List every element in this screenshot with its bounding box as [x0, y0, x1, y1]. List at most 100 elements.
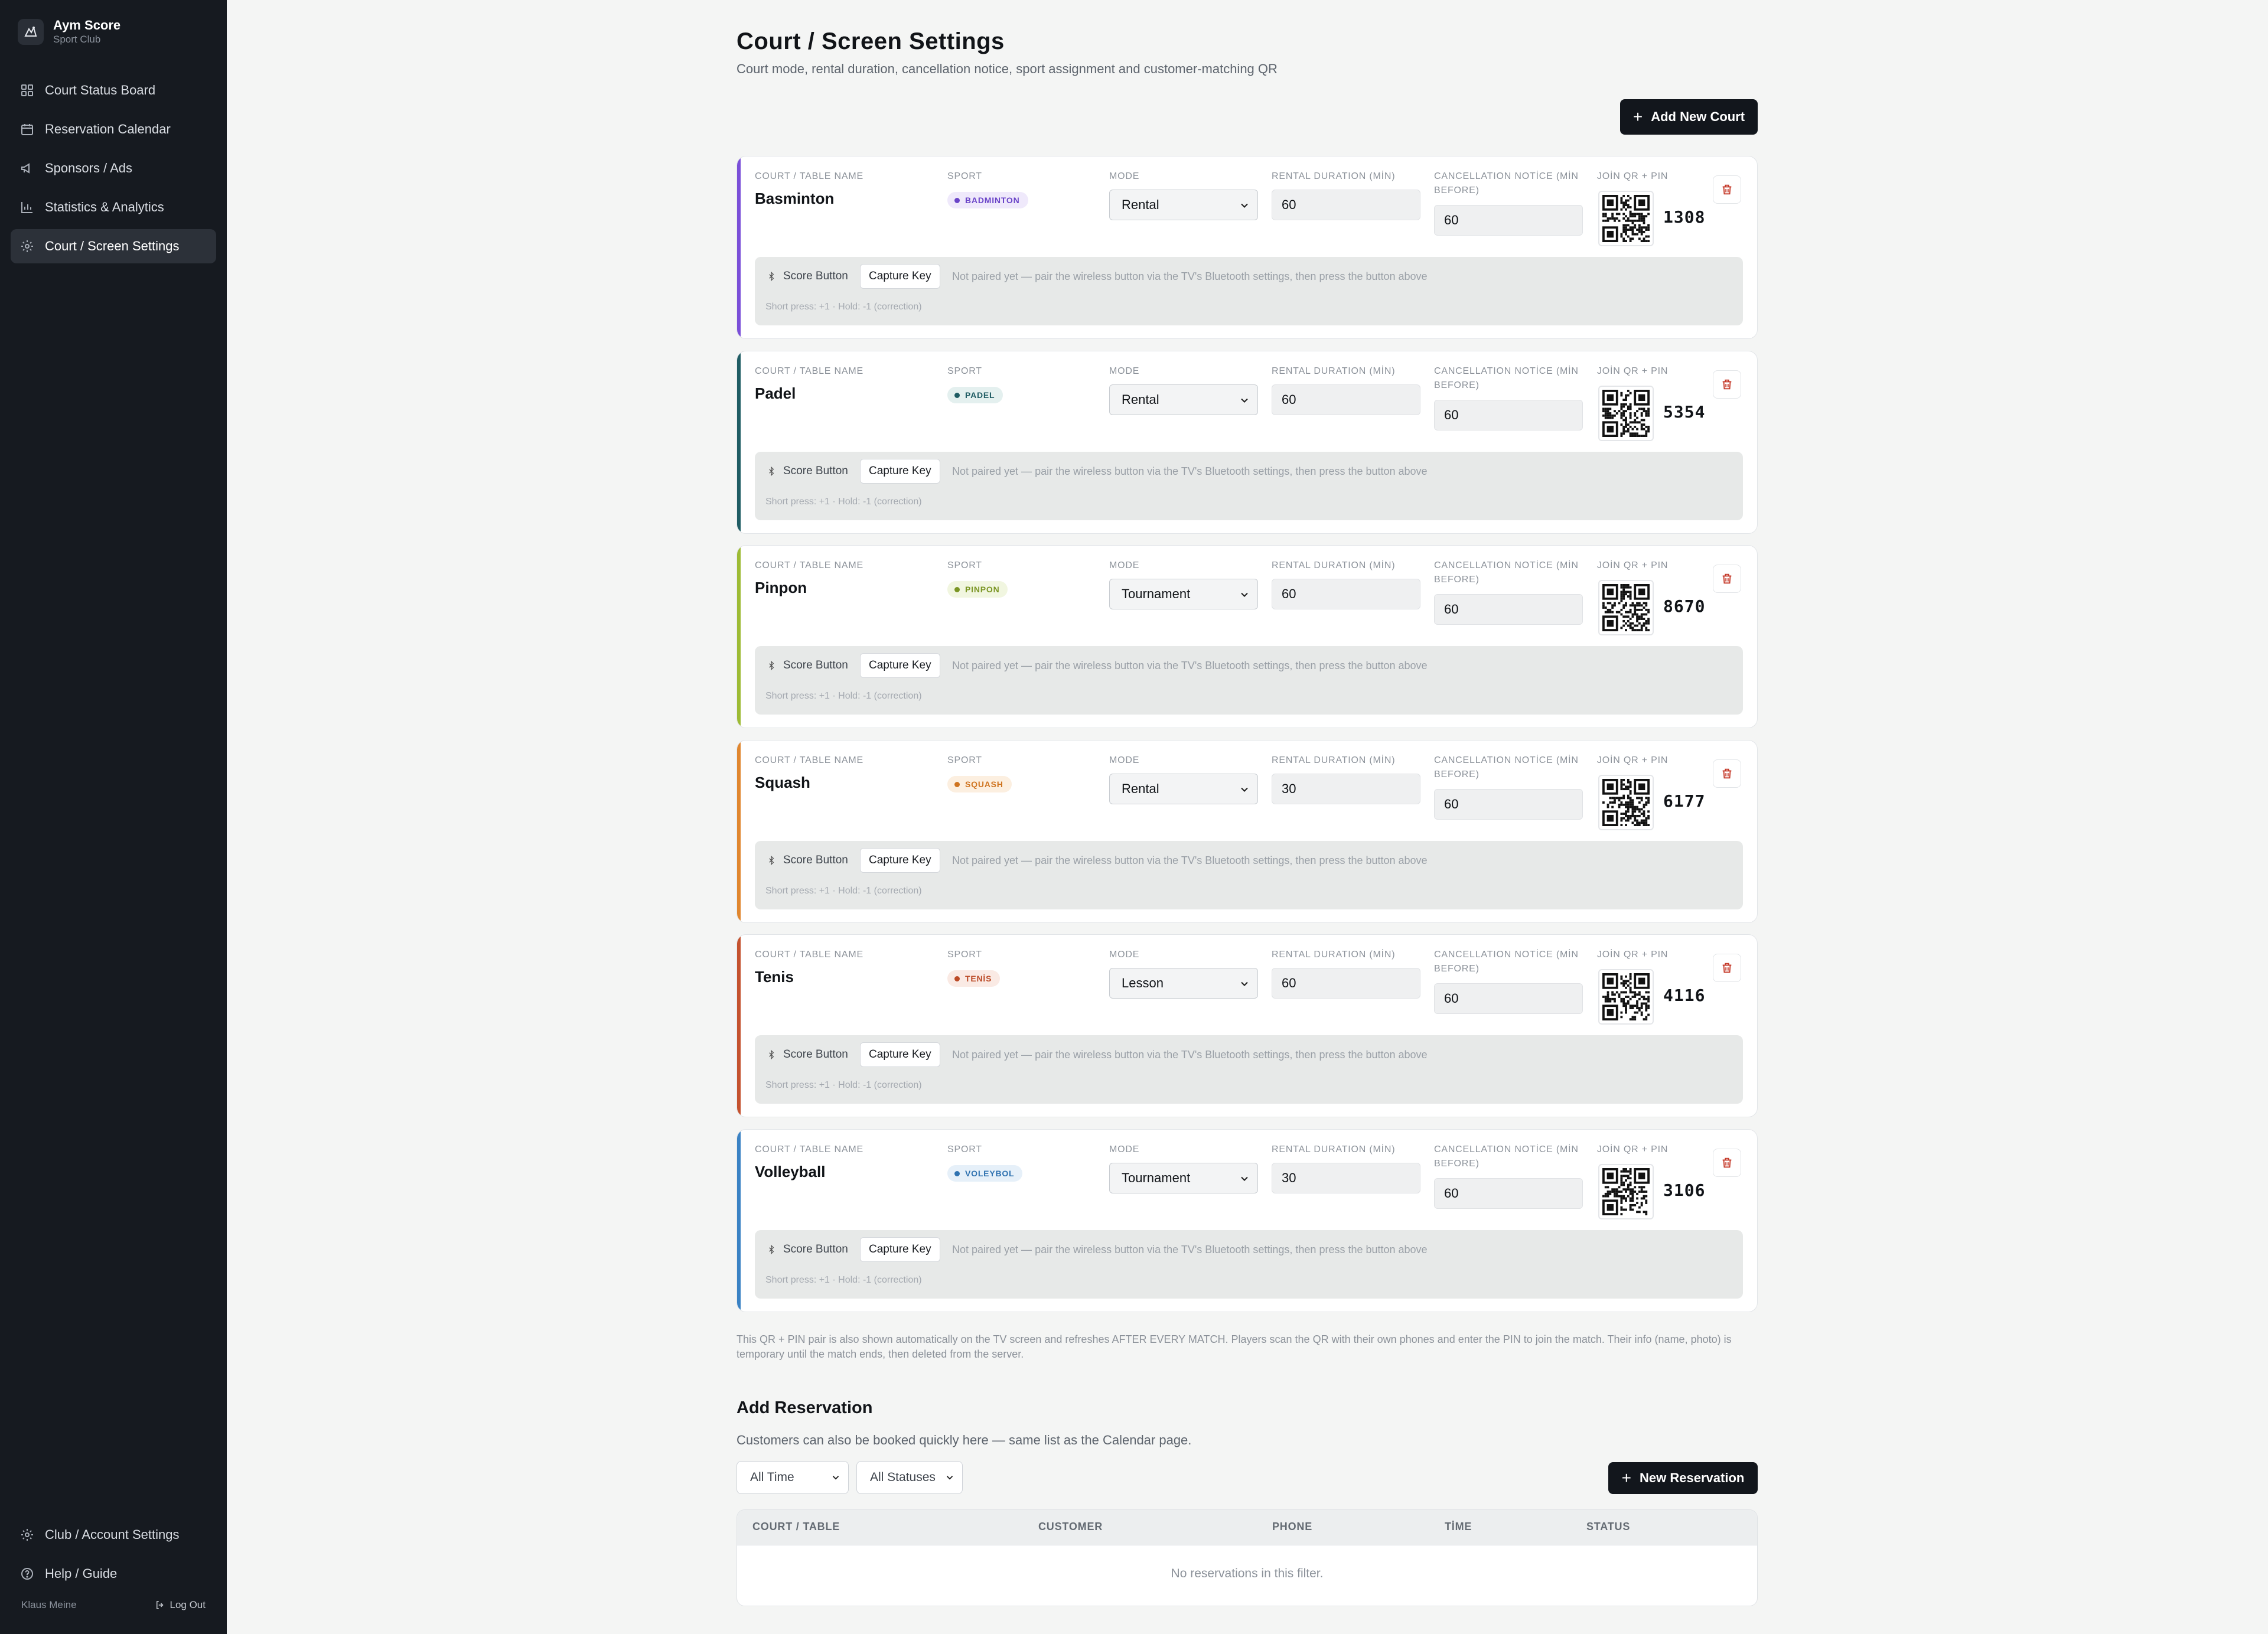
sport-badge[interactable]: PADEL: [947, 387, 1003, 403]
sport-badge[interactable]: TENİS: [947, 970, 1001, 987]
score-button-label: Score Button: [767, 653, 848, 678]
mode-select[interactable]: Tournament: [1109, 1163, 1258, 1193]
court-accent-bar: [737, 741, 741, 922]
sport-badge-text: TENİS: [965, 974, 992, 983]
mode-value: Lesson: [1122, 976, 1164, 990]
nav-item-help-guide[interactable]: Help / Guide: [11, 1557, 216, 1591]
status-filter-select[interactable]: All Statuses: [856, 1461, 963, 1494]
bluetooth-icon: [769, 271, 774, 282]
reservation-section-subtitle: Customers can also be booked quickly her…: [737, 1433, 1192, 1447]
delete-court-button[interactable]: [1713, 1149, 1741, 1177]
mode-select[interactable]: Rental: [1109, 384, 1258, 415]
court-card: COURT / TABLE NAME Padel SPORT PADEL MOD…: [737, 351, 1758, 534]
join-qr-code[interactable]: [1598, 969, 1654, 1025]
rental-duration-input[interactable]: 60: [1272, 579, 1420, 609]
court-name-field[interactable]: Squash: [755, 774, 810, 792]
column-header-phone[interactable]: PHONE: [1272, 1521, 1312, 1533]
capture-key-button[interactable]: Capture Key: [860, 1237, 940, 1262]
rental-duration-label: RENTAL DURATION (MİN): [1272, 171, 1396, 181]
capture-key-button[interactable]: Capture Key: [860, 1042, 940, 1067]
capture-key-button[interactable]: Capture Key: [860, 459, 940, 484]
new-reservation-button[interactable]: + New Reservation: [1608, 1462, 1758, 1494]
delete-court-button[interactable]: [1713, 175, 1741, 204]
sport-badge[interactable]: BADMINTON: [947, 192, 1028, 208]
delete-court-button[interactable]: [1713, 565, 1741, 593]
rental-duration-label: RENTAL DURATION (MİN): [1272, 950, 1396, 960]
score-button-text: Score Button: [783, 465, 848, 477]
sport-dot-icon: [954, 976, 960, 981]
short-press-hint: Short press: +1 · Hold: -1 (correction): [765, 886, 922, 896]
gear-icon: [21, 1529, 33, 1541]
rental-duration-input[interactable]: 60: [1272, 190, 1420, 220]
mode-select[interactable]: Rental: [1109, 190, 1258, 220]
mode-value: Tournament: [1122, 586, 1191, 601]
court-name-field[interactable]: Basminton: [755, 190, 834, 208]
join-qr-code[interactable]: [1598, 191, 1654, 246]
column-header-court[interactable]: COURT / TABLE: [752, 1521, 840, 1533]
join-qr-code[interactable]: [1598, 1164, 1654, 1219]
nav-item-sponsors-ads[interactable]: Sponsors / Ads: [11, 151, 216, 185]
nav-item-court-screen-settings[interactable]: Court / Screen Settings: [11, 229, 216, 263]
court-name-field[interactable]: Volleyball: [755, 1163, 825, 1181]
rental-duration-input[interactable]: 60: [1272, 384, 1420, 415]
score-button-label: Score Button: [767, 264, 848, 289]
mode-select[interactable]: Lesson: [1109, 968, 1258, 999]
trash-icon: [1722, 379, 1732, 390]
nav-item-club-account-settings[interactable]: Club / Account Settings: [11, 1518, 216, 1552]
join-qr-code[interactable]: [1598, 580, 1654, 635]
score-button-pairing-panel: Score Button Capture Key Not paired yet …: [755, 452, 1743, 520]
logout-icon: [156, 1601, 164, 1609]
court-name-field[interactable]: Tenis: [755, 968, 794, 986]
delete-court-button[interactable]: [1713, 954, 1741, 982]
megaphone-icon: [21, 163, 30, 174]
column-header-status[interactable]: STATUS: [1586, 1521, 1630, 1533]
chevron-down-icon: [832, 1476, 839, 1480]
join-qr-label: JOİN QR + PIN: [1597, 366, 1669, 376]
mode-select[interactable]: Rental: [1109, 774, 1258, 804]
rental-duration-input[interactable]: 30: [1272, 774, 1420, 804]
trash-icon: [1722, 768, 1732, 779]
time-filter-select[interactable]: All Time: [737, 1461, 849, 1494]
sport-badge[interactable]: SQUASH: [947, 776, 1012, 792]
sport-label: SPORT: [947, 950, 982, 960]
column-header-time[interactable]: TİME: [1445, 1521, 1472, 1533]
court-accent-bar: [737, 1130, 741, 1312]
cancellation-notice-input[interactable]: 60: [1434, 1178, 1583, 1209]
cancellation-notice-input[interactable]: 60: [1434, 205, 1583, 236]
sport-badge[interactable]: PINPON: [947, 581, 1008, 598]
score-button-text: Score Button: [783, 270, 848, 282]
score-button-text: Score Button: [783, 1243, 848, 1255]
gear-icon: [21, 240, 33, 252]
court-name-field[interactable]: Padel: [755, 384, 796, 403]
cancellation-notice-input[interactable]: 60: [1434, 594, 1583, 625]
delete-court-button[interactable]: [1713, 370, 1741, 399]
cancellation-notice-label-cont: BEFORE): [1434, 1159, 1480, 1169]
nav-item-statistics[interactable]: Statistics & Analytics: [11, 190, 216, 224]
chevron-down-icon: [1241, 1176, 1248, 1181]
column-header-customer[interactable]: CUSTOMER: [1038, 1521, 1103, 1533]
capture-key-button[interactable]: Capture Key: [860, 264, 940, 289]
logout-button[interactable]: Log Out: [155, 1599, 206, 1611]
brand[interactable]: Aym Score Sport Club: [18, 18, 120, 46]
sport-badge-text: BADMINTON: [965, 195, 1020, 205]
join-qr-code[interactable]: [1598, 386, 1654, 441]
rental-duration-input[interactable]: 60: [1272, 968, 1420, 999]
bottom-nav: Club / Account Settings Help / Guide: [11, 1518, 216, 1596]
cancellation-notice-input[interactable]: 60: [1434, 983, 1583, 1014]
court-name-field[interactable]: Pinpon: [755, 579, 807, 597]
short-press-hint: Short press: +1 · Hold: -1 (correction): [765, 691, 922, 701]
nav-item-court-status-board[interactable]: Court Status Board: [11, 73, 216, 107]
delete-court-button[interactable]: [1713, 759, 1741, 788]
cancellation-notice-input[interactable]: 60: [1434, 789, 1583, 820]
join-qr-code[interactable]: [1598, 775, 1654, 830]
chevron-down-icon: [1241, 203, 1248, 208]
brand-name: Aym Score: [53, 18, 121, 32]
sport-badge[interactable]: VOLEYBOL: [947, 1165, 1023, 1182]
nav-item-reservation-calendar[interactable]: Reservation Calendar: [11, 112, 216, 146]
mode-select[interactable]: Tournament: [1109, 579, 1258, 609]
rental-duration-input[interactable]: 30: [1272, 1163, 1420, 1193]
capture-key-button[interactable]: Capture Key: [860, 848, 940, 873]
cancellation-notice-input[interactable]: 60: [1434, 400, 1583, 430]
add-new-court-button[interactable]: + Add New Court: [1620, 99, 1758, 135]
capture-key-button[interactable]: Capture Key: [860, 653, 940, 678]
